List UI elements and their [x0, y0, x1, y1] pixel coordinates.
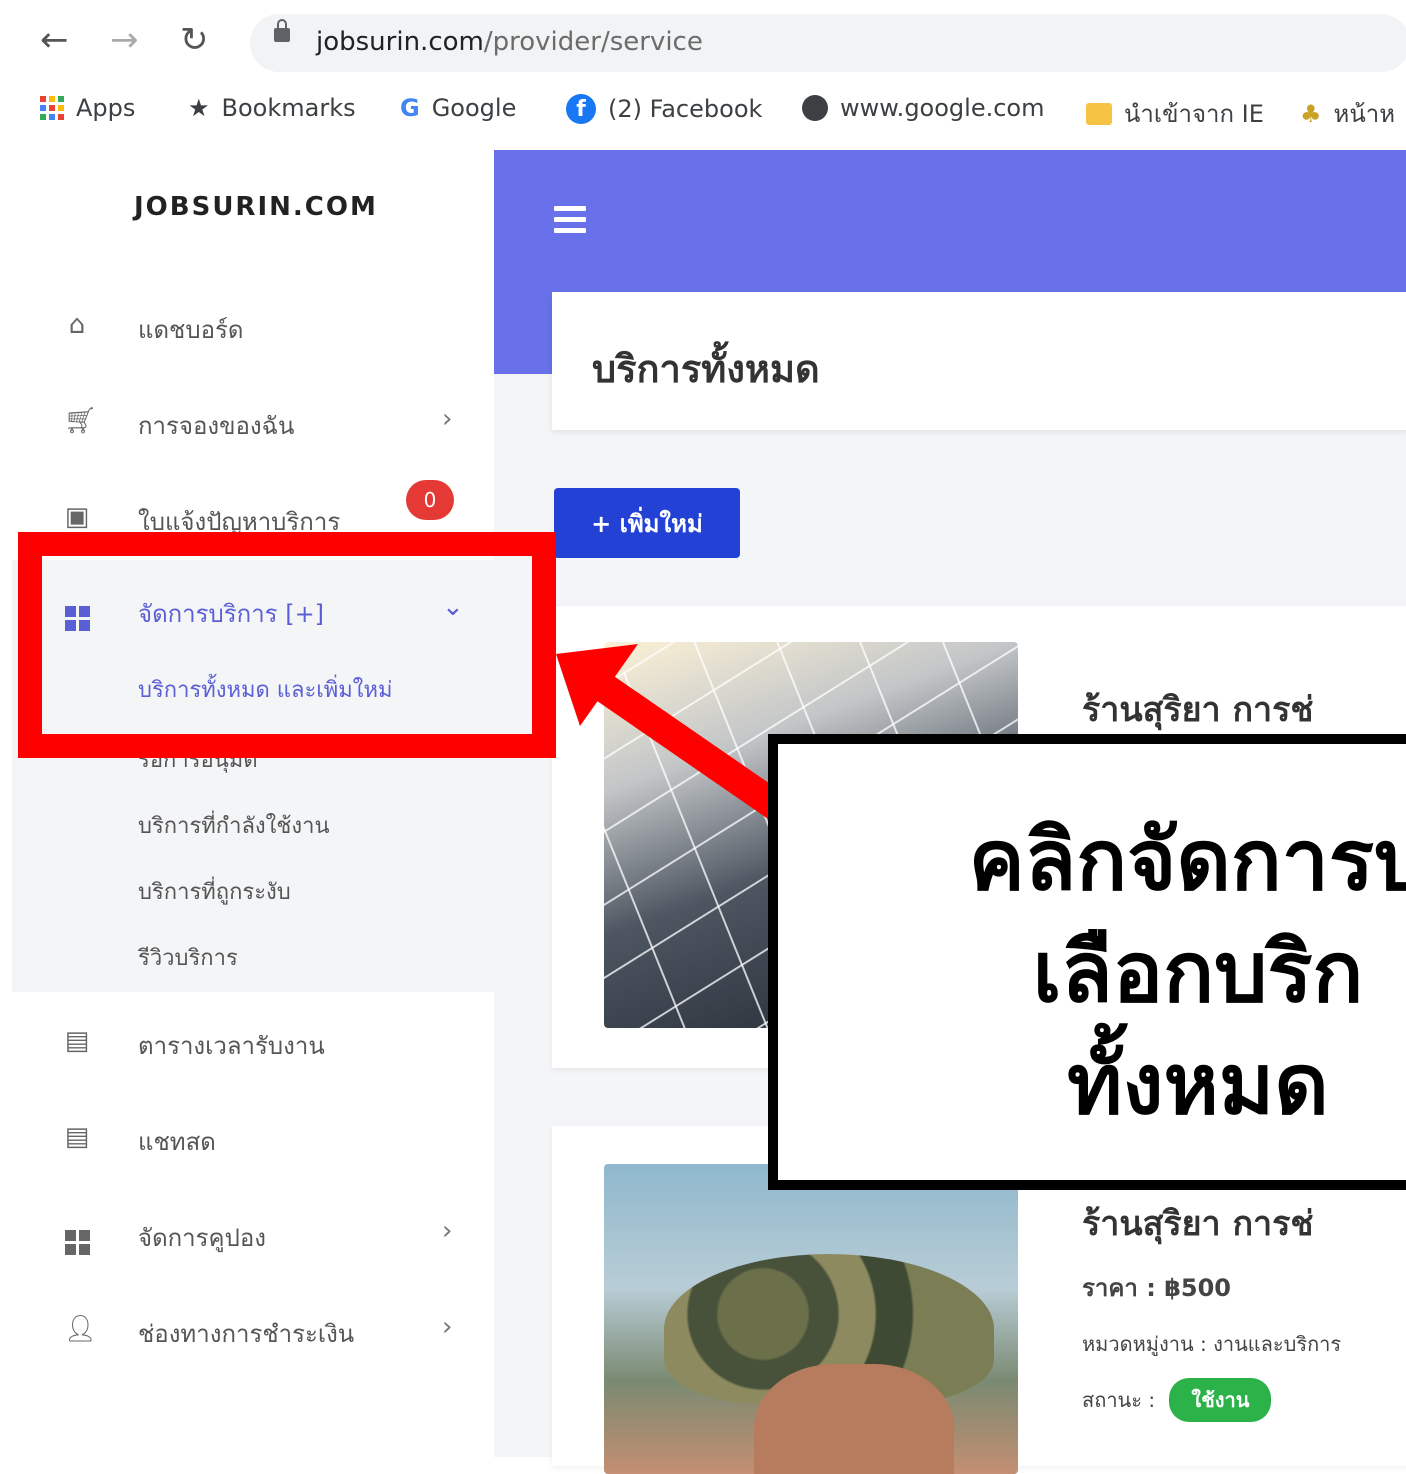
chevron-right-icon: › — [442, 1216, 453, 1246]
service-price: ราคา : ฿500 — [1082, 1274, 1232, 1302]
bookmark-label: www.google.com — [840, 94, 1045, 122]
bookmark-label: Apps — [76, 94, 136, 122]
bookmark-apps[interactable]: Apps — [40, 94, 135, 122]
callout-text: คลิกจัดการบ เลือกบริก ทั้งหมด — [818, 804, 1406, 1140]
sidebar-item-dashboard[interactable]: ⌂ แดชบอร์ด — [12, 296, 494, 356]
browser-toolbar: ← → ↻ jobsurin.com/provider/service Apps… — [0, 0, 1406, 150]
forward-arrow-icon[interactable]: → — [110, 20, 139, 60]
apps-grid-icon — [40, 96, 64, 120]
submenu-service-reviews[interactable]: รีวิวบริการ — [138, 940, 238, 975]
facebook-icon: f — [566, 94, 596, 124]
user-icon: 👤︎ — [64, 1314, 98, 1344]
chat-icon: ▤ — [64, 1122, 90, 1152]
service-title[interactable]: ร้านสุริยา การช่ — [1082, 1196, 1313, 1250]
bookmark-google-com[interactable]: www.google.com — [802, 94, 1044, 122]
url-text[interactable]: jobsurin.com/provider/service — [316, 27, 703, 57]
sidebar-item-payment-channels[interactable]: 👤︎ ช่องทางการชำระเงิน › — [12, 1300, 494, 1360]
sidebar-item-label: ช่องทางการชำระเงิน — [138, 1320, 355, 1348]
highlight-box — [18, 532, 556, 758]
sidebar-item-label: จัดการคูปอง — [138, 1224, 266, 1252]
service-title[interactable]: ร้านสุริยา การช่ — [1082, 682, 1313, 736]
status-badge: ใช้งาน — [1169, 1378, 1272, 1422]
bookmark-label: (2) Facebook — [608, 95, 763, 123]
inbox-icon: ▣ — [64, 502, 90, 532]
bookmark-label: หน้าห — [1333, 100, 1396, 128]
bookmark-label: นำเข้าจาก IE — [1124, 100, 1264, 128]
callout-line: คลิกจัดการบ — [968, 811, 1406, 909]
service-category: หมวดหมู่งาน : งานและบริการ — [1082, 1332, 1342, 1356]
bookmark-google[interactable]: G Google — [400, 94, 516, 122]
sidebar-item-schedule[interactable]: ▤ ตารางเวลารับงาน — [12, 1012, 494, 1072]
sidebar-item-label: การจองของฉัน — [138, 412, 295, 440]
bookmark-label: Google — [431, 94, 517, 122]
globe-icon — [802, 95, 828, 121]
calendar-icon: ▤ — [64, 1026, 90, 1056]
ticket-count-badge: 0 — [406, 480, 454, 520]
callout-line: ทั้งหมด — [1067, 1035, 1329, 1133]
grid-icon — [64, 1220, 90, 1255]
add-new-button[interactable]: + เพิ่มใหม่ — [554, 488, 740, 558]
chevron-right-icon: › — [442, 1312, 453, 1342]
star-icon: ★ — [188, 94, 210, 122]
cart-icon: 🛒︎ — [64, 406, 98, 436]
home-icon: ⌂ — [68, 310, 86, 340]
sidebar-item-live-chat[interactable]: ▤ แชทสด — [12, 1108, 494, 1168]
bookmark-home[interactable]: ♣ หน้าห — [1300, 94, 1395, 133]
hamburger-menu-icon[interactable] — [554, 206, 586, 239]
instruction-callout: คลิกจัดการบ เลือกบริก ทั้งหมด — [768, 734, 1406, 1190]
folder-icon — [1086, 102, 1112, 125]
submenu-active-services[interactable]: บริการที่กำลังใช้งาน — [138, 808, 329, 843]
sidebar-item-my-bookings[interactable]: 🛒︎ การจองของฉัน › — [12, 392, 494, 452]
bookmark-ie-folder[interactable]: นำเข้าจาก IE — [1086, 94, 1264, 133]
page-title: บริการทั้งหมด — [592, 347, 820, 391]
callout-line: เลือกบริก — [1032, 923, 1364, 1021]
submenu-suspended-services[interactable]: บริการที่ถูกระงับ — [138, 874, 291, 909]
sidebar-item-label: ตารางเวลารับงาน — [138, 1032, 325, 1060]
brand-logo[interactable]: JOBSURIN.COM — [134, 192, 378, 222]
url-host: jobsurin.com — [316, 27, 484, 57]
bookmark-label: Bookmarks — [221, 94, 356, 122]
sidebar-item-label: แชทสด — [138, 1128, 216, 1156]
sidebar-item-coupons[interactable]: จัดการคูปอง › — [12, 1204, 494, 1264]
url-path: /provider/service — [483, 27, 703, 57]
back-arrow-icon[interactable]: ← — [40, 20, 69, 60]
service-image-technician — [604, 1164, 1018, 1474]
sidebar: JOBSURIN.COM ⌂ แดชบอร์ด 🛒︎ การจองของฉัน … — [12, 150, 494, 1457]
address-bar[interactable]: jobsurin.com/provider/service — [250, 14, 1406, 72]
reload-icon[interactable]: ↻ — [180, 20, 209, 60]
status-label: สถานะ : — [1082, 1388, 1156, 1412]
bookmarks-bar: Apps ★ Bookmarks G Google f (2) Facebook… — [0, 86, 1406, 136]
bookmark-bookmarks[interactable]: ★ Bookmarks — [188, 94, 356, 122]
service-status-row: สถานะ : ใช้งาน — [1082, 1378, 1272, 1422]
chevron-right-icon: › — [442, 404, 453, 434]
site-favicon-icon: ♣ — [1300, 99, 1322, 128]
bookmark-facebook[interactable]: f (2) Facebook — [566, 94, 762, 124]
lock-icon — [274, 19, 290, 42]
page-title-card: บริการทั้งหมด — [552, 292, 1406, 430]
google-icon: G — [400, 94, 420, 122]
sidebar-item-label: แดชบอร์ด — [138, 316, 244, 344]
